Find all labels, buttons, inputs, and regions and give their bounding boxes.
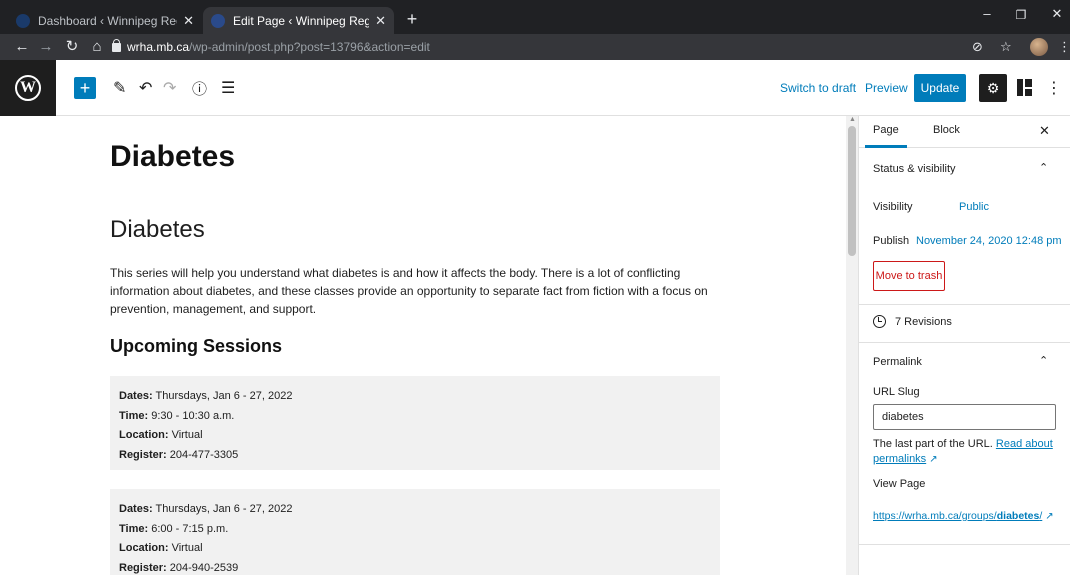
home-icon[interactable]: ⌂ <box>87 38 107 56</box>
update-button[interactable]: Update <box>914 74 966 102</box>
subheading-block[interactable]: Upcoming Sessions <box>110 336 282 357</box>
minimize-button[interactable]: – <box>970 6 1004 21</box>
divider <box>859 342 1070 343</box>
sidebar-tabs: Page Block ✕ <box>859 116 1070 148</box>
url-slug-input[interactable] <box>873 404 1056 430</box>
favicon-icon <box>211 13 225 28</box>
browser-tab-edit-page[interactable]: Edit Page ‹ Winnipeg Regional He ✕ <box>203 7 394 34</box>
settings-gear-icon[interactable]: ⚙ <box>979 74 1007 102</box>
switch-to-draft-button[interactable]: Switch to draft <box>780 81 856 95</box>
tab-title: Edit Page ‹ Winnipeg Regional He <box>233 13 370 28</box>
external-link-icon: ↗ <box>929 454 938 465</box>
editor-canvas: Diabetes Diabetes This series will help … <box>0 116 846 575</box>
close-sidebar-icon[interactable]: ✕ <box>1039 123 1050 139</box>
divider <box>859 544 1070 545</box>
extension-icon[interactable]: ⊘ <box>972 39 983 55</box>
scroll-up-icon[interactable]: ▲ <box>849 116 856 123</box>
session-dates: Dates: Thursdays, Jan 6 - 27, 2022 <box>119 390 293 402</box>
back-icon[interactable]: ← <box>12 38 32 56</box>
session-block[interactable]: Dates: Thursdays, Jan 6 - 27, 2022 Time:… <box>110 376 720 470</box>
edit-tools-icon[interactable]: ✎ <box>113 77 126 99</box>
move-to-trash-button[interactable]: Move to trash <box>873 261 945 291</box>
info-icon[interactable]: ⓘ <box>192 77 207 99</box>
tab-title: Dashboard ‹ Winnipeg Regional H <box>38 13 177 28</box>
new-tab-button[interactable]: + <box>400 9 424 30</box>
preview-button[interactable]: Preview <box>865 81 908 95</box>
divider <box>859 304 1070 305</box>
browser-tab-dashboard[interactable]: Dashboard ‹ Winnipeg Regional H ✕ <box>8 7 202 34</box>
tab-close-icon[interactable]: ✕ <box>375 13 386 29</box>
window-close-button[interactable]: ✕ <box>1040 6 1070 22</box>
status-visibility-heading[interactable]: Status & visibility <box>873 163 956 175</box>
tab-page[interactable]: Page <box>865 124 907 148</box>
editor-toolbar: W + ✎ ↶ ↷ ⓘ ☰ Switch to draft Preview Up… <box>0 60 1070 116</box>
plugin-sidebar-icon[interactable] <box>1017 79 1032 96</box>
visibility-value[interactable]: Public <box>959 201 989 213</box>
view-page-label: View Page <box>873 478 926 490</box>
revisions-link[interactable]: 7 Revisions <box>895 316 952 328</box>
reload-icon[interactable]: ↻ <box>62 38 82 56</box>
external-link-icon: ↗ <box>1045 511 1054 522</box>
tab-close-icon[interactable]: ✕ <box>183 13 194 29</box>
session-time: Time: 9:30 - 10:30 a.m. <box>119 409 235 422</box>
session-location: Location: Virtual <box>119 429 203 441</box>
url-path: /wp-admin/post.php?post=13796&action=edi… <box>189 40 430 54</box>
paragraph-block[interactable]: This series will help you understand wha… <box>110 264 730 318</box>
permalink-heading[interactable]: Permalink <box>873 356 922 368</box>
publish-date[interactable]: November 24, 2020 12:48 pm <box>916 235 1062 247</box>
list-view-icon[interactable]: ☰ <box>221 77 235 99</box>
chevron-up-icon[interactable]: ⌃ <box>1039 354 1048 367</box>
url-slug-label: URL Slug <box>873 386 920 398</box>
permalink-url[interactable]: https://wrha.mb.ca/groups/diabetes/ ↗ <box>873 510 1054 522</box>
profile-avatar[interactable] <box>1030 38 1048 56</box>
session-time: Time: 6:00 - 7:15 p.m. <box>119 522 229 535</box>
restore-button[interactable]: ❐ <box>1004 8 1038 22</box>
tab-block[interactable]: Block <box>933 124 960 136</box>
scrollbar-thumb[interactable] <box>848 126 856 256</box>
redo-icon[interactable]: ↷ <box>163 77 176 99</box>
permalink-link[interactable]: https://wrha.mb.ca/groups/diabetes/ <box>873 510 1042 522</box>
content-scrollbar[interactable]: ▲ <box>846 116 858 575</box>
bookmark-star-icon[interactable]: ☆ <box>1000 39 1012 55</box>
heading-block[interactable]: Diabetes <box>110 216 205 244</box>
browser-menu-icon[interactable]: ⋮ <box>1058 39 1070 55</box>
wordpress-logo-icon[interactable]: W <box>0 60 56 116</box>
post-title[interactable]: Diabetes <box>110 140 235 174</box>
chevron-up-icon[interactable]: ⌃ <box>1039 161 1048 174</box>
url-field[interactable]: wrha.mb.ca /wp-admin/post.php?post=13796… <box>112 38 992 56</box>
add-block-button[interactable]: + <box>74 77 96 99</box>
session-block[interactable]: Dates: Thursdays, Jan 6 - 27, 2022 Time:… <box>110 489 720 575</box>
url-host: wrha.mb.ca <box>127 40 190 54</box>
address-bar: ← → ↻ ⌂ wrha.mb.ca /wp-admin/post.php?po… <box>0 34 1070 60</box>
session-register: Register: 204-940-2539 <box>119 561 239 574</box>
visibility-label: Visibility <box>873 201 913 213</box>
forward-icon[interactable]: → <box>36 38 56 56</box>
browser-tab-strip: Dashboard ‹ Winnipeg Regional H ✕ Edit P… <box>0 0 1070 34</box>
publish-label: Publish <box>873 235 910 247</box>
undo-icon[interactable]: ↶ <box>139 77 152 99</box>
session-dates: Dates: Thursdays, Jan 6 - 27, 2022 <box>119 503 293 515</box>
favicon-icon <box>16 13 30 28</box>
permalink-help: The last part of the URL. Read about per… <box>873 438 1053 465</box>
lock-icon <box>112 38 121 52</box>
session-register: Register: 204-477-3305 <box>119 448 239 461</box>
revisions-icon <box>873 315 886 328</box>
session-location: Location: Virtual <box>119 542 203 554</box>
settings-sidebar: Page Block ✕ Status & visibility ⌃ Visib… <box>858 116 1070 575</box>
more-options-icon[interactable]: ⋮ <box>1046 78 1062 98</box>
